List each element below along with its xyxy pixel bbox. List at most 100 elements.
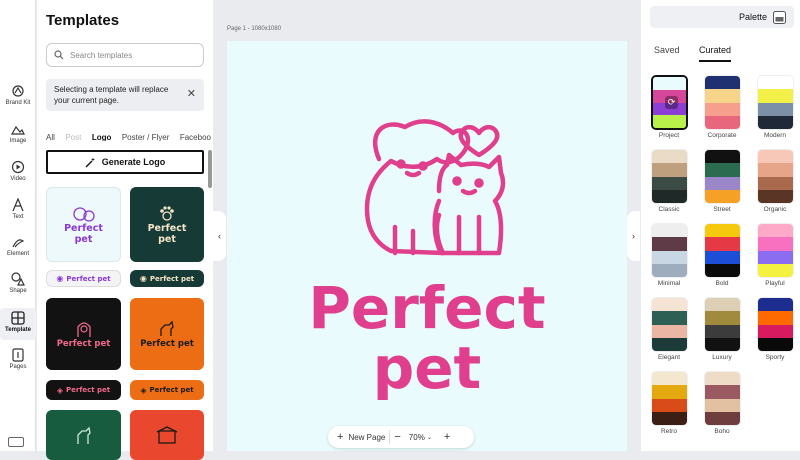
- tab-logo[interactable]: Logo: [92, 133, 112, 141]
- template-card[interactable]: [46, 410, 121, 460]
- swatch-color: [653, 115, 686, 128]
- rail-brand-kit[interactable]: Brand Kit: [0, 84, 36, 106]
- rail-video[interactable]: Video: [0, 160, 36, 182]
- swatch-color: [758, 115, 793, 129]
- swatch-label: Luxury: [712, 354, 732, 361]
- close-icon[interactable]: ✕: [187, 89, 196, 100]
- palette-swatch[interactable]: [757, 149, 794, 204]
- swatch-color: [705, 189, 740, 203]
- tab-poster-flyer[interactable]: Poster / Flyer: [122, 133, 170, 141]
- tab-post[interactable]: Post: [65, 133, 81, 141]
- palette-swatch[interactable]: [651, 371, 688, 426]
- search-placeholder: Search templates: [70, 50, 133, 60]
- dog-icon: [364, 119, 471, 256]
- rail-image[interactable]: Image: [0, 122, 36, 144]
- swatch-label: Retro: [661, 428, 677, 435]
- palette-swatch[interactable]: ⟳: [651, 75, 688, 130]
- palette-panel: Palette Saved Curated ⟳ Project Corporate M…: [641, 0, 800, 451]
- pet-logo-icon: [72, 206, 95, 222]
- swatch-label: Bold: [715, 280, 729, 287]
- template-card[interactable]: [130, 410, 204, 460]
- rail-label: Video: [10, 176, 26, 182]
- tab-all[interactable]: All: [46, 133, 55, 141]
- palette-swatch[interactable]: [704, 297, 741, 352]
- swatch-color: [758, 237, 793, 251]
- magic-wand-icon: [85, 157, 95, 167]
- swatch-color: [705, 298, 740, 312]
- palette-swatch[interactable]: [757, 223, 794, 278]
- headline-line-1[interactable]: Perfect: [227, 278, 627, 338]
- swatch-label: Boho: [714, 428, 730, 435]
- palette-swatch[interactable]: [704, 223, 741, 278]
- swatch-color: [652, 176, 687, 190]
- zoom-out-icon[interactable]: −: [394, 431, 400, 443]
- generate-logo-label: Generate Logo: [101, 157, 166, 167]
- rail-text[interactable]: Text: [0, 198, 36, 220]
- swatch-color: [705, 102, 740, 116]
- replace-notice: Selecting a template will replace your c…: [46, 79, 204, 111]
- tab-facebook[interactable]: Facebook: [180, 133, 211, 141]
- swatch-color: [652, 224, 687, 238]
- palette-swatch[interactable]: [704, 371, 741, 426]
- tab-saved[interactable]: Saved: [654, 45, 680, 55]
- swatch-label: Project: [658, 132, 680, 139]
- rail-element[interactable]: Element: [0, 235, 36, 257]
- swatch-color: [705, 115, 740, 129]
- card-text: Perfect: [147, 222, 187, 234]
- rail-label: Brand Kit: [5, 100, 31, 106]
- swatch-label: Street: [713, 206, 731, 213]
- search-input[interactable]: Search templates: [46, 43, 204, 67]
- zoom-level[interactable]: 70%: [409, 433, 425, 442]
- tab-curated[interactable]: Curated: [699, 45, 732, 62]
- palette-label: Palette: [738, 12, 767, 22]
- zoom-in-icon[interactable]: +: [444, 431, 450, 443]
- swatch-color: [705, 76, 740, 90]
- template-tabs: All Post Logo Poster / Flyer Facebook: [46, 127, 211, 141]
- swatch-color: [652, 189, 687, 203]
- swatch-color: [758, 298, 793, 312]
- template-card[interactable]: Perfect pet: [46, 187, 121, 262]
- text-icon: [12, 198, 24, 212]
- refresh-icon[interactable]: ⟳: [665, 96, 678, 109]
- panel-title: Templates: [46, 12, 120, 29]
- swatch-label: Organic: [763, 206, 787, 213]
- plus-icon[interactable]: +: [337, 431, 343, 443]
- swatch-color: [705, 237, 740, 251]
- swatch-color: [652, 398, 687, 412]
- swatch-color: [652, 237, 687, 251]
- headline-line-2[interactable]: pet: [227, 338, 627, 398]
- swatch-label: Corporate: [707, 132, 737, 139]
- template-card[interactable]: Perfect pet: [130, 187, 204, 262]
- palette-swatch[interactable]: [651, 223, 688, 278]
- palette-swatch[interactable]: [757, 75, 794, 130]
- swatch-color: [652, 163, 687, 177]
- palette-swatch[interactable]: [757, 297, 794, 352]
- canvas-headline[interactable]: Perfect pet: [0, 278, 627, 398]
- palette-swatch[interactable]: [704, 75, 741, 130]
- palette-swatch[interactable]: [704, 149, 741, 204]
- collapse-left-panel-button[interactable]: ‹: [213, 211, 226, 261]
- palette-swatch[interactable]: [651, 149, 688, 204]
- generate-logo-button[interactable]: Generate Logo: [46, 150, 204, 174]
- palette-button[interactable]: Palette: [650, 6, 794, 28]
- cat-icon: [432, 152, 506, 256]
- swatch-color: [705, 411, 740, 425]
- bottom-toolbar: + New Page − 70% ⌄ +: [328, 426, 474, 448]
- swatch-label: Elegant: [657, 354, 681, 361]
- image-icon: [11, 125, 25, 135]
- swatch-color: [758, 337, 793, 351]
- swatch-color: [758, 176, 793, 190]
- swatch-color: [705, 398, 740, 412]
- new-page-button[interactable]: New Page: [348, 433, 385, 442]
- swatch-color: [705, 311, 740, 325]
- palette-swatch[interactable]: [651, 297, 688, 352]
- swatch-color: [758, 311, 793, 325]
- collapse-right-panel-button[interactable]: ›: [627, 211, 640, 261]
- keyboard-icon[interactable]: [8, 437, 24, 447]
- chevron-down-icon[interactable]: ⌄: [427, 434, 432, 441]
- swatch-color: [705, 372, 740, 386]
- card-text: pet: [74, 233, 93, 245]
- element-icon: [12, 239, 25, 248]
- pet-logo-illustration: [364, 119, 506, 256]
- panel-scrollbar[interactable]: [208, 150, 212, 188]
